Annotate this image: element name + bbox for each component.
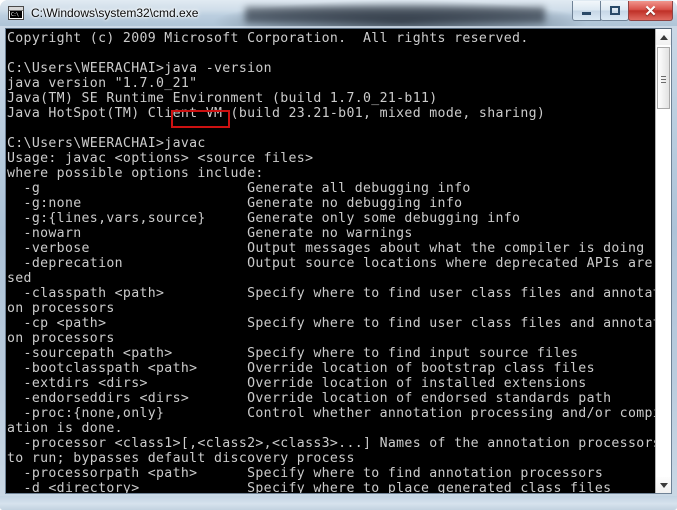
scrollbar-grip-icon: [661, 74, 666, 83]
scroll-down-button[interactable]: [656, 477, 671, 493]
cmd-console-icon: C:\: [8, 6, 24, 20]
console-line: Java HotSpot(TM) Client VM (build 23.21-…: [7, 106, 546, 121]
maximize-button[interactable]: [600, 1, 629, 21]
console-line: -classpath <path> Specify where to find …: [7, 286, 655, 301]
console-line: C:\Users\WEERACHAI>javac: [7, 136, 206, 151]
console-line: -processorpath <path> Specify where to f…: [7, 466, 604, 481]
window-titlebar[interactable]: C:\ C:\Windows\system32\cmd.exe ✕: [0, 0, 677, 26]
minimize-icon: [573, 1, 600, 20]
console-output[interactable]: Copyright (c) 2009 Microsoft Corporation…: [6, 29, 655, 493]
console-line: -extdirs <dirs> Override location of ins…: [7, 376, 587, 391]
console-line: Java(TM) SE Runtime Environment (build 1…: [7, 91, 438, 106]
console-line: -bootclasspath <path> Override location …: [7, 361, 595, 376]
console-line: to run; bypasses default discovery proce…: [7, 451, 355, 466]
chevron-up-icon: [659, 34, 668, 40]
minimize-button[interactable]: [572, 1, 601, 21]
console-line: -deprecation Output source locations whe…: [7, 256, 655, 271]
console-line: on processors: [7, 301, 115, 316]
console-line: -g Generate all debugging info: [7, 181, 471, 196]
scrollbar-thumb[interactable]: [657, 47, 670, 109]
console-line: -d <directory> Specify where to place ge…: [7, 481, 612, 493]
console-line: where possible options include:: [7, 166, 264, 181]
console-line: -cp <path> Specify where to find user cl…: [7, 316, 655, 331]
console-line: Copyright (c) 2009 Microsoft Corporation…: [7, 31, 529, 46]
console-line: -endorseddirs <dirs> Override location o…: [7, 391, 612, 406]
window-title: C:\Windows\system32\cmd.exe: [31, 6, 199, 20]
console-line: java version "1.7.0_21": [7, 76, 198, 91]
maximize-icon: [601, 1, 628, 20]
console-line: -sourcepath <path> Specify where to find…: [7, 346, 579, 361]
scroll-up-button[interactable]: [656, 29, 671, 45]
close-icon: ✕: [644, 2, 657, 20]
console-line: Usage: javac <options> <source files>: [7, 151, 314, 166]
console-line: -g:none Generate no debugging info: [7, 196, 463, 211]
close-button[interactable]: ✕: [628, 1, 673, 21]
console-line: C:\Users\WEERACHAI>java -version: [7, 61, 272, 76]
scrollbar-track[interactable]: [656, 45, 671, 477]
console-line: on processors: [7, 331, 115, 346]
console-line: sed: [7, 271, 32, 286]
console-client-area: Copyright (c) 2009 Microsoft Corporation…: [5, 28, 672, 494]
window-bottom-border: [0, 496, 677, 510]
console-line: -nowarn Generate no warnings: [7, 226, 413, 241]
console-line: -verbose Output messages about what the …: [7, 241, 645, 256]
caption-buttons: ✕: [572, 1, 673, 21]
cmd-window: C:\ C:\Windows\system32\cmd.exe ✕ Copyri…: [0, 0, 677, 510]
console-line: -proc:{none,only} Control whether annota…: [7, 406, 655, 421]
console-line: -g:{lines,vars,source} Generate only som…: [7, 211, 521, 226]
console-line-list: Copyright (c) 2009 Microsoft Corporation…: [7, 31, 655, 493]
chevron-down-icon: [659, 482, 668, 488]
icon-prompt-text: C:\: [10, 11, 22, 18]
vertical-scrollbar[interactable]: [655, 29, 671, 493]
console-line: ation is done.: [7, 421, 123, 436]
console-line: -processor <class1>[,<class2>,<class3>..…: [7, 436, 655, 451]
